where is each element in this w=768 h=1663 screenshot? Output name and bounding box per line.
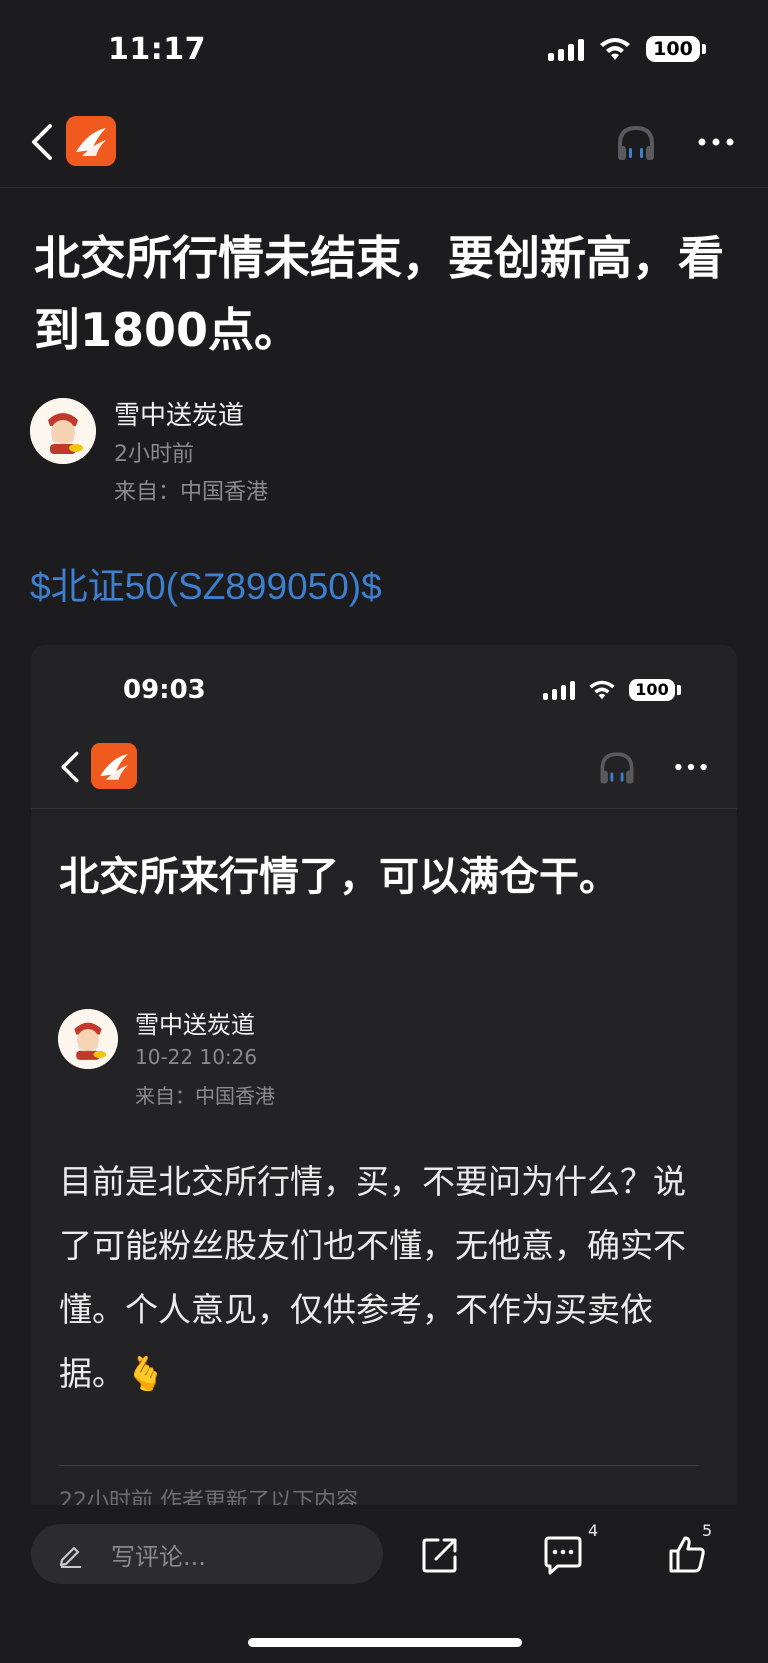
embedded-battery-indicator: 100 — [629, 679, 681, 701]
status-indicators: 100 — [548, 36, 706, 62]
embedded-divider — [59, 1465, 699, 1466]
comments-count: 4 — [588, 1521, 599, 1540]
share-icon[interactable] — [420, 1535, 460, 1575]
embedded-status-indicators: 100 — [543, 679, 681, 701]
embedded-nav-bar — [31, 729, 737, 809]
embedded-author-avatar — [58, 1009, 118, 1069]
comment-placeholder: 写评论... — [111, 1542, 206, 1571]
headphones-icon[interactable] — [612, 118, 660, 166]
stock-link[interactable]: $北证50(SZ899050)$ — [30, 556, 382, 610]
status-time: 11:17 — [108, 32, 206, 67]
pencil-icon — [59, 1546, 81, 1568]
battery-indicator: 100 — [646, 36, 706, 62]
embedded-more-options-icon — [675, 763, 707, 771]
top-nav-bar — [0, 100, 768, 188]
embedded-app-logo-icon — [91, 743, 137, 789]
post-source: 来自：中国香港 — [114, 480, 269, 505]
embedded-wifi-icon — [589, 680, 615, 700]
embedded-headphones-icon — [600, 752, 634, 784]
likes-count: 5 — [702, 1521, 713, 1540]
article-title: 北交所行情未结束，要创新高，看到1800点。 — [34, 231, 724, 357]
comments-icon[interactable] — [542, 1535, 584, 1575]
embedded-author-name: 雪中送炭道 — [135, 1011, 255, 1039]
status-bar: 11:17 100 — [0, 0, 768, 100]
embedded-status-time: 09:03 — [123, 675, 206, 705]
embedded-cellular-signal-icon — [543, 680, 575, 700]
embedded-article-title: 北交所来行情了，可以满仓干。 — [59, 854, 619, 900]
app-logo-icon[interactable] — [66, 116, 116, 166]
embedded-post-source: 来自：中国香港 — [135, 1084, 275, 1108]
embedded-article-body: 目前是北交所行情，买，不要问为什么？说了可能粉丝股友们也不懂，无他意，确实不懂。… — [59, 1162, 686, 1393]
comment-input[interactable]: 写评论... — [31, 1524, 383, 1584]
author-name[interactable]: 雪中送炭道 — [114, 395, 244, 432]
more-options-icon[interactable] — [692, 122, 740, 162]
embedded-screenshot-image[interactable]: 09:03 100 北交所来行情了，可以满仓干。 雪中送炭道 10-22 10:… — [31, 645, 737, 1505]
embedded-post-date: 10-22 10:26 — [135, 1045, 258, 1069]
cellular-signal-icon — [548, 37, 584, 61]
post-time: 2小时前 — [114, 442, 194, 467]
author-avatar[interactable] — [30, 398, 96, 464]
back-icon[interactable] — [22, 118, 62, 166]
home-indicator[interactable] — [248, 1638, 522, 1647]
embedded-update-note: 22小时前 作者更新了以下内容 — [59, 1489, 358, 1505]
embedded-back-icon — [61, 751, 79, 783]
wifi-icon — [600, 38, 630, 60]
